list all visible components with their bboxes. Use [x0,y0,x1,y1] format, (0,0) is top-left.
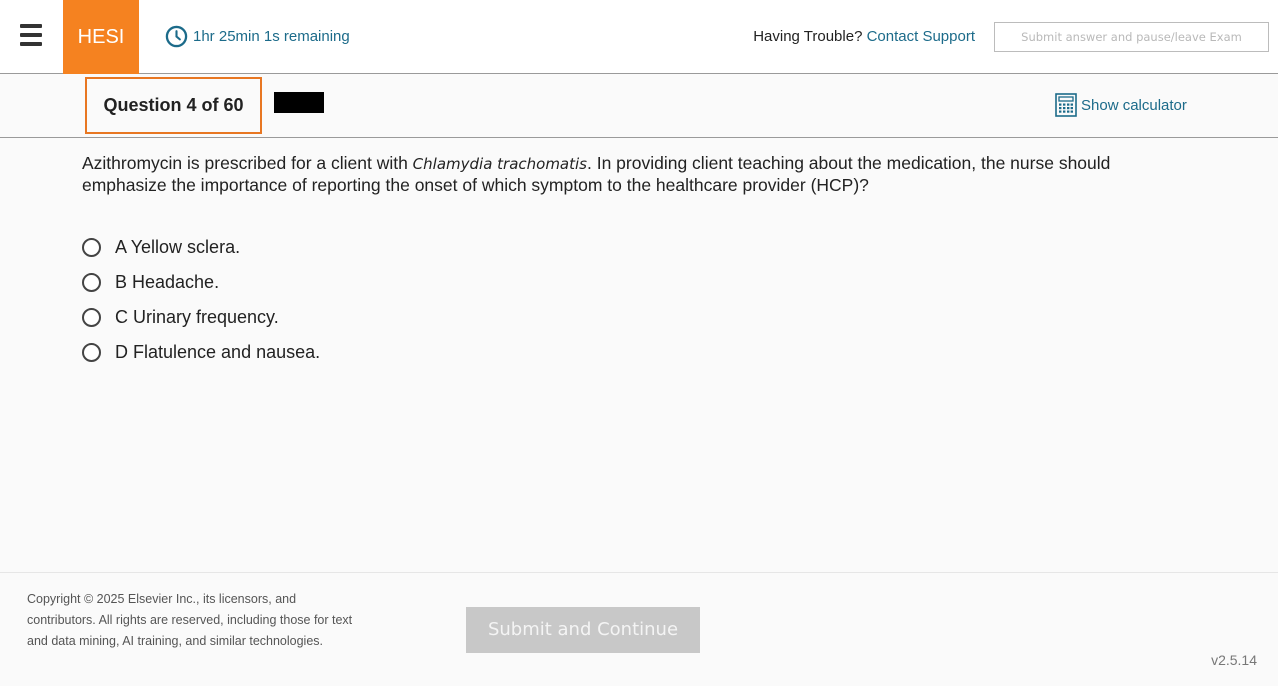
show-calculator-button[interactable]: Show calculator [1055,93,1187,117]
option-label: A Yellow sclera. [115,237,241,257]
answer-option-c[interactable]: C Urinary frequency. [82,300,320,335]
top-bar: HESI 1hr 25min 1s remaining Having Troub… [0,0,1278,74]
option-label: B Headache. [115,272,220,292]
question-header-bar: Question 4 of 60 Show calculator [0,74,1278,138]
option-label: D Flatulence and nausea. [115,342,321,362]
support-prompt: Having Trouble? Contact Support [753,28,975,45]
timer-text: 1hr 25min 1s remaining [193,28,350,45]
answer-option-b[interactable]: B Headache. [82,265,320,300]
hamburger-menu-icon[interactable] [20,24,42,46]
radio-icon[interactable] [82,273,101,292]
pause-leave-exam-button[interactable]: Submit answer and pause/leave Exam [994,22,1269,52]
contact-support-link[interactable]: Contact Support [867,28,975,45]
redacted-block [274,92,324,113]
question-text-start: Azithromycin is prescribed for a client … [82,153,413,173]
question-organism: Chlamydia trachomatis [412,155,587,173]
hesi-logo: HESI [63,0,139,74]
radio-icon[interactable] [82,308,101,327]
answer-option-d[interactable]: D Flatulence and nausea. [82,335,320,370]
clock-icon [165,25,188,48]
app-version: v2.5.14 [1211,652,1257,668]
radio-icon[interactable] [82,238,101,257]
calculator-icon [1055,93,1077,117]
answer-option-a[interactable]: A Yellow sclera. [82,230,320,265]
trouble-label: Having Trouble? [753,28,863,45]
exam-timer: 1hr 25min 1s remaining [165,25,350,48]
question-counter: Question 4 of 60 [85,77,262,134]
radio-icon[interactable] [82,343,101,362]
question-stem: Azithromycin is prescribed for a client … [82,153,1142,196]
option-label: C Urinary frequency. [115,307,279,327]
footer-divider [0,572,1278,573]
calculator-label: Show calculator [1081,96,1187,114]
copyright-notice: Copyright © 2025 Elsevier Inc., its lice… [27,592,353,648]
answer-options: A Yellow sclera. B Headache. C Urinary f… [82,230,320,370]
submit-and-continue-button[interactable]: Submit and Continue [466,607,700,653]
